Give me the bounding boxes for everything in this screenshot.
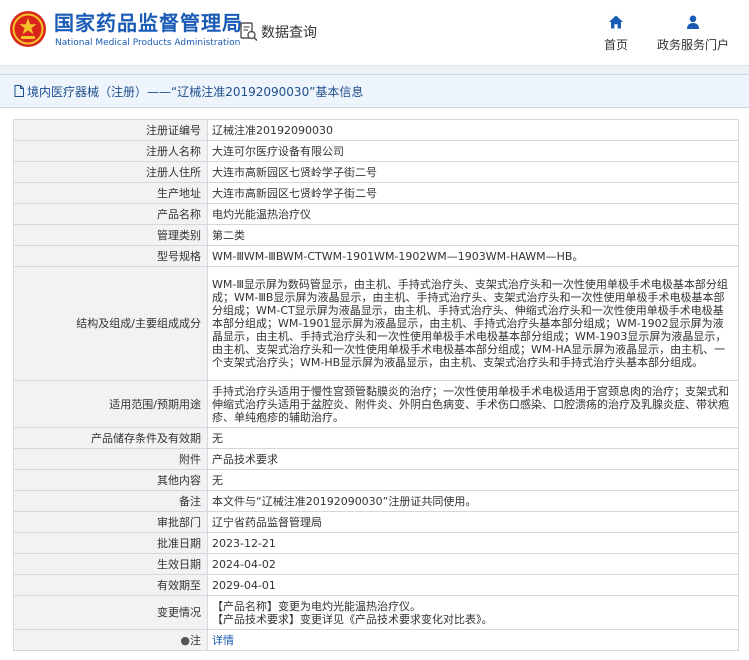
field-label: 结构及组成/主要组成成分 xyxy=(13,266,208,381)
data-query-label: 数据查询 xyxy=(261,25,317,41)
field-label: 注册人名称 xyxy=(13,140,208,162)
field-value: WM-Ⅲ显示屏为数码管显示，由主机、手持式治疗头、支架式治疗头和一次性使用单极手… xyxy=(207,266,739,381)
table-row: 生效日期 2024-04-02 xyxy=(13,553,739,575)
field-value: 2029-04-01 xyxy=(207,574,739,596)
field-value: WM-ⅢWM-ⅢBWM-CTWM-1901WM-1902WM—1903WM-HA… xyxy=(207,245,739,267)
field-value: 本文件与“辽械注准20192090030”注册证共同使用。 xyxy=(207,490,739,512)
field-value: 辽械注准20192090030 xyxy=(207,119,739,141)
data-query-link[interactable]: 数据查询 xyxy=(240,21,317,43)
home-icon xyxy=(609,15,623,29)
nav-service-portal[interactable]: 政务服务门户 xyxy=(655,14,731,53)
lightbulb-icon: ● xyxy=(180,633,190,647)
table-row: 生产地址 大连市高新园区七贤岭学子街二号 xyxy=(13,182,739,204)
note-label-text: 注 xyxy=(190,633,201,647)
change-details: 【产品名称】变更为电灼光能温热治疗仪。 【产品技术要求】变更详见《产品技术要求变… xyxy=(207,595,739,630)
field-value: 大连市高新园区七贤岭学子街二号 xyxy=(207,182,739,204)
table-row: 有效期至 2029-04-01 xyxy=(13,574,739,596)
field-label: 产品名称 xyxy=(13,203,208,225)
field-label: 注册人住所 xyxy=(13,161,208,183)
field-label: 产品储存条件及有效期 xyxy=(13,427,208,449)
field-label: 适用范围/预期用途 xyxy=(13,380,208,428)
field-label: 生效日期 xyxy=(13,553,208,575)
table-row: 注册证编号 辽械注准20192090030 xyxy=(13,119,739,141)
table-row: 型号规格 WM-ⅢWM-ⅢBWM-CTWM-1901WM-1902WM—1903… xyxy=(13,245,739,267)
change-line: 【产品技术要求】变更详见《产品技术要求变化对比表》。 xyxy=(212,612,493,626)
field-label: 备注 xyxy=(13,490,208,512)
field-label: 有效期至 xyxy=(13,574,208,596)
table-row-changes: 变更情况 【产品名称】变更为电灼光能温热治疗仪。 【产品技术要求】变更详见《产品… xyxy=(13,595,739,630)
emblem-logo-icon xyxy=(10,11,46,47)
details-link[interactable]: 详情 xyxy=(212,634,234,647)
note-value: 详情 xyxy=(207,629,739,651)
field-label: 变更情况 xyxy=(13,595,208,630)
document-icon xyxy=(14,85,24,97)
field-label: 其他内容 xyxy=(13,469,208,491)
field-value: 电灼光能温热治疗仪 xyxy=(207,203,739,225)
field-value: 大连市高新园区七贤岭学子街二号 xyxy=(207,161,739,183)
table-row-note: ●注 详情 xyxy=(13,629,739,651)
document-search-icon xyxy=(240,22,258,42)
field-value: 大连可尔医疗设备有限公司 xyxy=(207,140,739,162)
registration-info-table: 注册证编号 辽械注准20192090030 注册人名称 大连可尔医疗设备有限公司… xyxy=(13,119,739,651)
field-label: 型号规格 xyxy=(13,245,208,267)
field-label: 审批部门 xyxy=(13,511,208,533)
nav-service-label: 政务服务门户 xyxy=(656,38,729,52)
field-value: 产品技术要求 xyxy=(207,448,739,470)
change-line: 【产品名称】变更为电灼光能温热治疗仪。 xyxy=(212,599,421,613)
header-divider xyxy=(0,65,749,74)
site-title: 国家药品监督管理局 xyxy=(54,11,243,35)
breadcrumb: 境内医疗器械（注册）——“辽械注准20192090030”基本信息 xyxy=(0,74,749,108)
field-label: 管理类别 xyxy=(13,224,208,246)
site-header: 国家药品监督管理局 National Medical Products Admi… xyxy=(0,0,749,65)
table-row: 管理类别 第二类 xyxy=(13,224,739,246)
user-icon xyxy=(687,15,699,29)
table-row: 附件 产品技术要求 xyxy=(13,448,739,470)
table-row: 注册人名称 大连可尔医疗设备有限公司 xyxy=(13,140,739,162)
table-row: 结构及组成/主要组成成分 WM-Ⅲ显示屏为数码管显示，由主机、手持式治疗头、支架… xyxy=(13,266,739,381)
field-value: 无 xyxy=(207,427,739,449)
field-label: 生产地址 xyxy=(13,182,208,204)
note-label: ●注 xyxy=(13,629,208,651)
field-value: 第二类 xyxy=(207,224,739,246)
field-label: 注册证编号 xyxy=(13,119,208,141)
field-value: 2023-12-21 xyxy=(207,532,739,554)
nav-home-label: 首页 xyxy=(603,38,628,52)
table-row: 适用范围/预期用途 手持式治疗头适用于慢性宫颈管黏膜炎的治疗；一次性使用单极手术… xyxy=(13,380,739,428)
table-row: 产品储存条件及有效期 无 xyxy=(13,427,739,449)
nav-home[interactable]: 首页 xyxy=(603,14,629,53)
table-row: 备注 本文件与“辽械注准20192090030”注册证共同使用。 xyxy=(13,490,739,512)
breadcrumb-text: 境内医疗器械（注册）——“辽械注准20192090030”基本信息 xyxy=(27,84,364,99)
site-subtitle: National Medical Products Administration xyxy=(55,38,241,48)
table-row: 注册人住所 大连市高新园区七贤岭学子街二号 xyxy=(13,161,739,183)
table-row: 产品名称 电灼光能温热治疗仪 xyxy=(13,203,739,225)
field-value: 手持式治疗头适用于慢性宫颈管黏膜炎的治疗；一次性使用单极手术电极适用于宫颈息肉的… xyxy=(207,380,739,428)
field-value: 2024-04-02 xyxy=(207,553,739,575)
field-label: 批准日期 xyxy=(13,532,208,554)
table-row: 其他内容 无 xyxy=(13,469,739,491)
field-value: 无 xyxy=(207,469,739,491)
table-row: 审批部门 辽宁省药品监督管理局 xyxy=(13,511,739,533)
field-value: 辽宁省药品监督管理局 xyxy=(207,511,739,533)
table-row: 批准日期 2023-12-21 xyxy=(13,532,739,554)
field-label: 附件 xyxy=(13,448,208,470)
